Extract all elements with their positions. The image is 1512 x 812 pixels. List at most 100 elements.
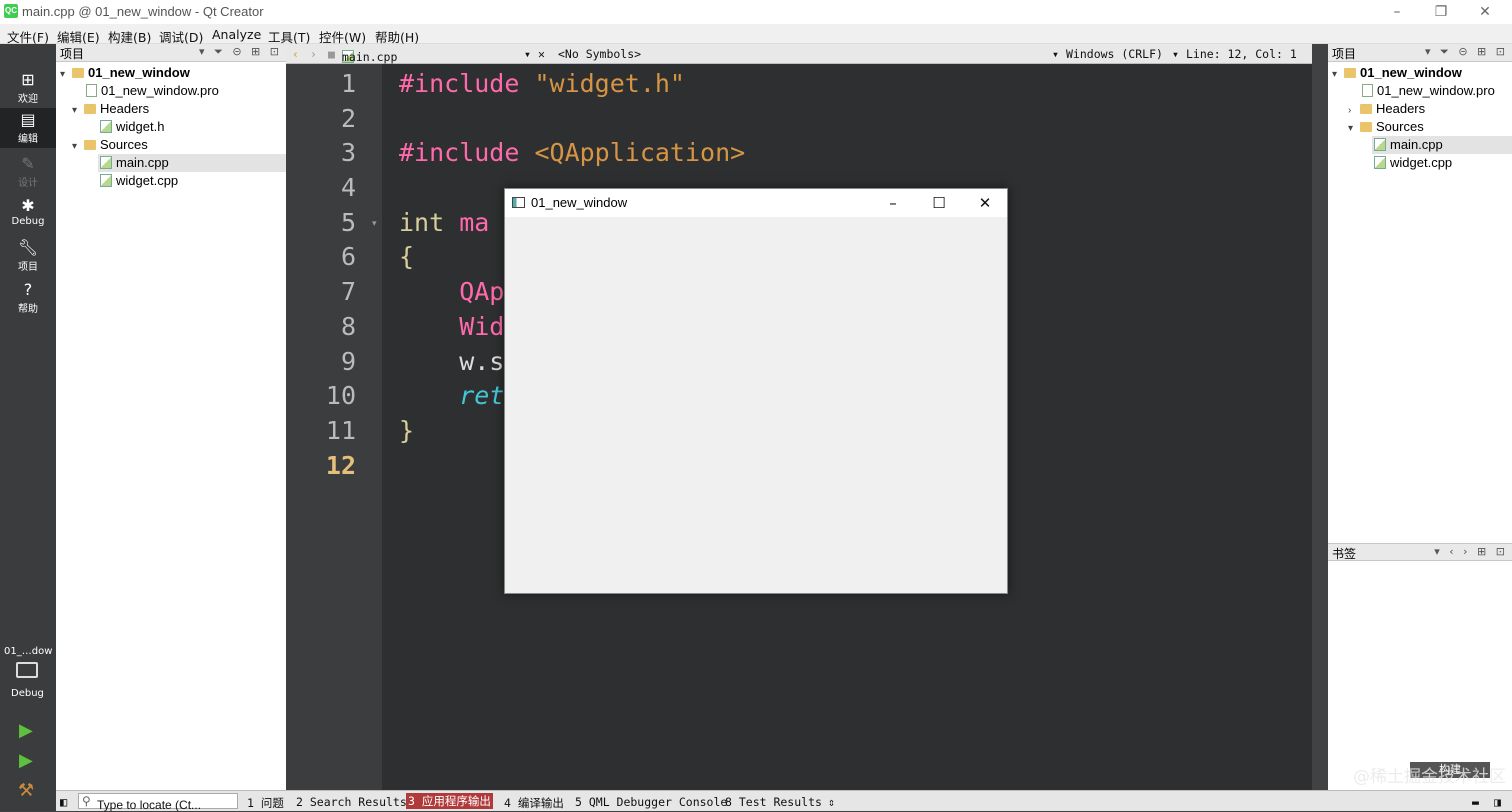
tab-issues[interactable]: 1 问题 (247, 795, 284, 811)
forward-arrow-icon[interactable]: › (310, 47, 317, 61)
panel-tools-icon[interactable]: ▾ ⏷ ⊝ ⊞ ⊡ (199, 45, 282, 59)
monitor-icon[interactable] (16, 662, 38, 678)
restore-button[interactable]: ❐ (1418, 0, 1464, 24)
project-folder-icon (1344, 68, 1356, 78)
app-window-title: 01_new_window (531, 195, 628, 210)
tree-item-widget-h[interactable]: widget.h (100, 118, 164, 136)
mode-debug[interactable]: ✱ Debug (0, 194, 56, 234)
help-icon: ? (23, 280, 33, 299)
mode-label: 项目 (18, 262, 38, 273)
progress-toggle-icon[interactable]: ▬ (1472, 795, 1479, 809)
code-line: int ma (399, 206, 489, 241)
mode-label: 帮助 (18, 304, 38, 315)
kit-build-type: Debug (11, 688, 44, 699)
app-close-button[interactable]: ✕ (962, 189, 1008, 217)
tree-item-sources[interactable]: ▾ Sources (1348, 118, 1424, 136)
menu-analyze[interactable]: Analyze (212, 27, 261, 42)
qt-creator-logo-icon: QC (4, 4, 18, 18)
app-minimize-button[interactable]: – (870, 189, 916, 217)
mode-help[interactable]: ? 帮助 (0, 278, 56, 318)
encoding-dropdown-icon[interactable]: ▾ (1172, 47, 1179, 61)
header-file-icon (100, 120, 112, 133)
watermark: @稀土掘金技术社区 (1353, 767, 1506, 787)
line-ending-selector[interactable]: Windows (CRLF) (1066, 47, 1163, 61)
chevron-down-icon: ▾ (60, 69, 66, 80)
tree-item-widget-cpp[interactable]: widget.cpp (1374, 154, 1452, 172)
tree-item-main-cpp[interactable]: main.cpp (98, 154, 286, 172)
panel-tools-icon[interactable]: ▾ ‹ › ⊞ ⊡ (1434, 545, 1508, 558)
tab-search-results[interactable]: 2 Search Results (296, 795, 407, 809)
code-line: #include <QApplication> (399, 136, 745, 171)
code-line: { (399, 240, 414, 275)
symbols-dropdown[interactable]: <No Symbols> (558, 47, 641, 61)
code-token: ma (459, 208, 490, 237)
current-file-label: main.cpp (342, 50, 398, 64)
menu-bar: 文件(F) 编辑(E) 构建(B) 调试(D) Analyze 工具(T) 控件… (0, 24, 1512, 45)
close-button[interactable]: ✕ (1462, 0, 1508, 24)
mode-edit[interactable]: ▤ 编辑 (0, 108, 56, 148)
panel-tools-icon[interactable]: ▾ ⏷ ⊝ ⊞ ⊡ (1425, 45, 1508, 59)
debug-run-icon[interactable]: ▶ (19, 750, 33, 771)
window-title: main.cpp @ 01_new_window - Qt Creator (22, 4, 264, 19)
code-token: <QApplication> (534, 138, 746, 167)
mode-design[interactable]: ✎ 设计 (0, 152, 56, 192)
locator-input[interactable]: ⚲ Type to locate (Ct... (78, 793, 238, 812)
tree-item-project[interactable]: ▾ 01_new_window (60, 64, 190, 82)
left-project-tree: ▾ 01_new_window 01_new_window.pro ▾ Header… (56, 62, 286, 790)
code-token: ret (399, 381, 505, 410)
tree-item-headers[interactable]: ▾ Headers (72, 100, 149, 118)
tree-item-widget-cpp[interactable]: widget.cpp (100, 172, 178, 190)
app-window-titlebar[interactable]: 01_new_window – ☐ ✕ (505, 189, 1007, 217)
locator-placeholder: Type to locate (Ct... (97, 798, 202, 812)
minimize-button[interactable]: – (1374, 0, 1420, 24)
tabs-more-icon[interactable]: ⇕ (828, 795, 835, 809)
cursor-position[interactable]: Line: 12, Col: 1 (1186, 47, 1297, 61)
build-hammer-icon[interactable]: ⚒ (18, 780, 34, 801)
mode-projects[interactable]: 🔧︎ 项目 (0, 236, 56, 276)
code-token: #include (399, 69, 535, 98)
project-folder-icon (72, 68, 84, 78)
tree-label: Headers (100, 101, 150, 116)
output-toggle-icon[interactable]: ◨ (1494, 795, 1501, 809)
tree-label: 01_new_window (1360, 65, 1462, 80)
lock-icon: ■ (328, 47, 335, 61)
tree-item-sources[interactable]: ▾ Sources (72, 136, 148, 154)
app-maximize-button[interactable]: ☐ (916, 189, 962, 217)
mode-bar: ⊞ 欢迎 ▤ 编辑 ✎ 设计 ✱ Debug 🔧︎ 项目 ? 帮助 01_…dow Debu… (0, 44, 56, 811)
tree-item-pro[interactable]: 01_new_window.pro (1362, 82, 1495, 100)
chevron-down-icon: ▾ (72, 141, 78, 152)
sidebar-toggle-icon[interactable]: ◧ (60, 795, 67, 809)
left-panel-title[interactable]: 项目 (60, 45, 84, 62)
tree-item-pro[interactable]: 01_new_window.pro (86, 82, 219, 100)
encoding-dropdown-icon[interactable]: ▾ (1052, 47, 1059, 61)
tab-application-output[interactable]: 3 应用程序输出 (406, 793, 493, 809)
tree-item-project[interactable]: ▾ 01_new_window (1332, 64, 1462, 82)
file-dropdown-icon[interactable]: ▾ (524, 47, 531, 61)
tab-qml-debugger-console[interactable]: 5 QML Debugger Console (575, 795, 727, 809)
mode-welcome[interactable]: ⊞ 欢迎 (0, 68, 56, 108)
code-line: Wid (399, 310, 504, 345)
tree-item-headers[interactable]: › Headers (1348, 100, 1425, 118)
mode-label: 编辑 (18, 134, 38, 145)
back-arrow-icon[interactable]: ‹ (292, 47, 299, 61)
bookmarks-title[interactable]: 书签 (1332, 545, 1356, 562)
tree-item-main-cpp[interactable]: main.cpp (1372, 136, 1512, 154)
app-window[interactable]: 01_new_window – ☐ ✕ (504, 188, 1008, 594)
code-token: int (399, 208, 460, 237)
kit-project-name[interactable]: 01_…dow (4, 646, 52, 657)
close-document-icon[interactable]: ✕ (538, 47, 545, 61)
right-panel-header: 项目 ▾ ⏷ ⊝ ⊞ ⊡ (1328, 44, 1512, 62)
bug-icon: ✱ (21, 196, 35, 215)
chevron-down-icon: ▾ (72, 105, 78, 116)
editor-scroll-area (1312, 44, 1328, 790)
right-panel-title[interactable]: 项目 (1332, 45, 1356, 62)
cpp-file-icon (1374, 138, 1386, 151)
code-token: #include (399, 138, 535, 167)
run-icon[interactable]: ▶ (19, 720, 33, 741)
tab-test-results[interactable]: 8 Test Results (725, 795, 822, 809)
tab-compile-output[interactable]: 4 编译输出 (504, 795, 564, 811)
code-token: { (399, 242, 415, 271)
folder-icon (1360, 122, 1372, 132)
code-token: w.s (399, 347, 505, 376)
app-window-icon (512, 197, 525, 208)
